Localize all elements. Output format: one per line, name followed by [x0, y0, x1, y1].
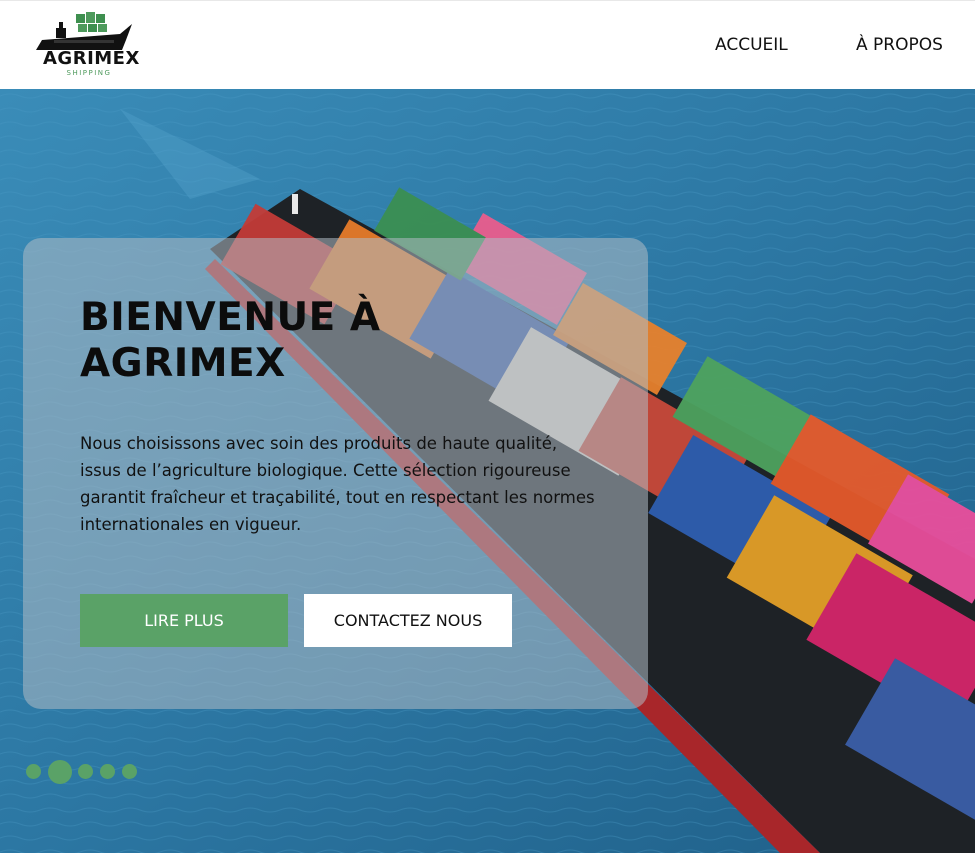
- hero-card: BIENVENUE À AGRIMEX Nous choisissons ave…: [23, 238, 648, 709]
- hero-title: BIENVENUE À AGRIMEX: [80, 295, 381, 386]
- carousel-dot-active[interactable]: [48, 760, 72, 784]
- brand-tagline: SHIPPING: [66, 69, 112, 77]
- contact-us-button[interactable]: CONTACTEZ NOUS: [304, 594, 512, 647]
- read-more-button[interactable]: LIRE PLUS: [80, 594, 288, 647]
- hero-section: BIENVENUE À AGRIMEX Nous choisissons ave…: [0, 89, 975, 853]
- carousel-dot[interactable]: [78, 764, 93, 779]
- nav-link-home[interactable]: ACCUEIL: [715, 35, 788, 55]
- header-navbar: AGRIMEX SHIPPING ACCUEIL À PROPOS: [0, 0, 975, 89]
- brand-name: AGRIMEX: [43, 48, 140, 69]
- carousel-dot[interactable]: [122, 764, 137, 779]
- nav-link-about[interactable]: À PROPOS: [856, 35, 943, 55]
- hero-description: Nous choisissons avec soin des produits …: [80, 434, 595, 534]
- carousel-dot[interactable]: [26, 764, 41, 779]
- brand-logo[interactable]: AGRIMEX SHIPPING: [34, 10, 140, 82]
- carousel-dot[interactable]: [100, 764, 115, 779]
